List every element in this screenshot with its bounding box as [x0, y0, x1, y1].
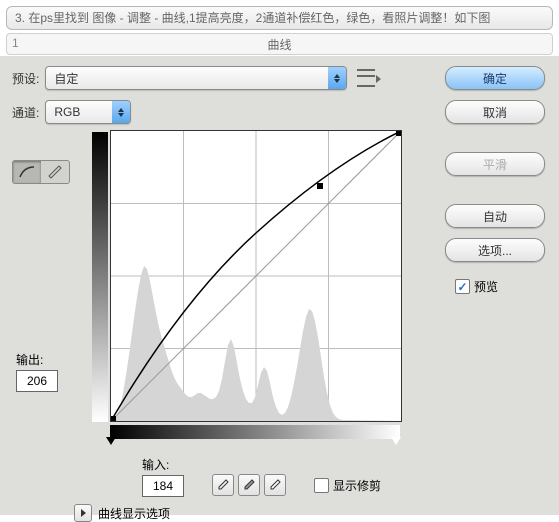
- tab-bar: 1 曲线: [6, 33, 553, 55]
- input-field[interactable]: 184: [142, 475, 184, 497]
- output-block: 输出: 206: [16, 351, 58, 392]
- eyedropper-white[interactable]: [264, 474, 286, 496]
- channel-select[interactable]: RGB: [45, 100, 131, 124]
- disclosure-label: 曲线显示选项: [98, 505, 170, 522]
- input-label: 输入:: [142, 456, 381, 473]
- auto-button[interactable]: 自动: [445, 204, 545, 228]
- options-button[interactable]: 选项...: [445, 238, 545, 262]
- control-point[interactable]: [317, 183, 323, 189]
- chevron-updown-icon: [112, 101, 130, 123]
- pencil-draw-tool[interactable]: [41, 161, 69, 183]
- show-clipping-checkbox[interactable]: [314, 478, 329, 493]
- input-gradient[interactable]: [110, 425, 400, 439]
- channel-value: RGB: [46, 105, 88, 119]
- eyedropper-gray-icon: [243, 479, 255, 491]
- show-clipping-label: 显示修剪: [333, 477, 381, 494]
- eyedropper-black[interactable]: [212, 474, 234, 496]
- instruction-bar: 3. 在ps里找到 图像 - 调整 - 曲线,1提高亮度，2通道补偿红色，绿色，…: [6, 6, 553, 30]
- output-label: 输出:: [16, 351, 58, 368]
- ok-button[interactable]: 确定: [445, 66, 545, 90]
- preview-label: 预览: [474, 278, 498, 295]
- pencil-tool-icon: [46, 165, 64, 179]
- eyedropper-gray[interactable]: [238, 474, 260, 496]
- chevron-updown-icon: [328, 67, 346, 89]
- preset-menu-icon[interactable]: [357, 69, 375, 87]
- curves-graph[interactable]: [110, 130, 402, 422]
- disclosure-toggle[interactable]: [74, 504, 92, 522]
- endpoint-black[interactable]: [111, 416, 116, 421]
- output-gradient: [92, 132, 108, 422]
- black-point-handle[interactable]: [106, 437, 116, 445]
- smooth-button[interactable]: 平滑: [445, 152, 545, 176]
- output-field[interactable]: 206: [16, 370, 58, 392]
- dialog-title: 曲线: [267, 36, 291, 53]
- curve-tool-group: [12, 160, 70, 184]
- curve-draw-tool[interactable]: [13, 161, 41, 183]
- channel-label: 通道:: [12, 104, 39, 121]
- eyedropper-white-icon: [269, 479, 281, 491]
- preset-value: 自定: [46, 70, 86, 87]
- cancel-button[interactable]: 取消: [445, 100, 545, 124]
- tab-number[interactable]: 1: [12, 36, 19, 50]
- eyedropper-black-icon: [217, 479, 229, 491]
- preview-checkbox[interactable]: [455, 279, 470, 294]
- preset-select[interactable]: 自定: [45, 66, 347, 90]
- white-point-handle[interactable]: [391, 437, 401, 445]
- preset-label: 预设:: [12, 70, 39, 87]
- curve-tool-icon: [18, 165, 36, 179]
- endpoint-white[interactable]: [396, 131, 401, 136]
